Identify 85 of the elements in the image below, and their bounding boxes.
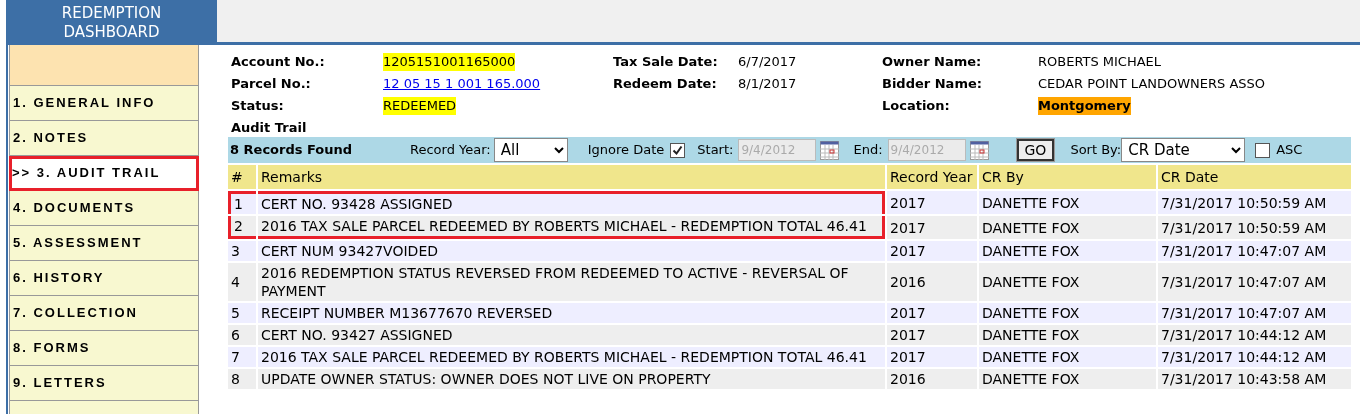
- sidebar-item[interactable]: 8. FORMS: [10, 331, 198, 366]
- table-cell: DANETTE FOX: [979, 325, 1156, 345]
- field-label: Account No.:: [231, 53, 326, 71]
- sidebar-item[interactable]: >> 3. AUDIT TRAIL: [9, 156, 199, 191]
- column-header: #: [228, 165, 256, 189]
- table-cell: 2017: [887, 303, 977, 323]
- table-cell: 4: [228, 263, 256, 301]
- filter-label: ASC: [1276, 141, 1303, 160]
- table-cell: DANETTE FOX: [979, 369, 1156, 389]
- table-cell: 7/31/2017 10:50:59 AM: [1158, 191, 1351, 214]
- table-cell: 1: [228, 191, 256, 214]
- section-title: Audit Trail: [231, 119, 308, 137]
- filter-label: Ignore Date: [587, 141, 665, 160]
- go-button[interactable]: GO: [1016, 139, 1055, 161]
- field-value: CEDAR POINT LANDOWNERS ASSO: [1038, 75, 1266, 93]
- table-cell: 2016: [887, 263, 977, 301]
- table-cell: UPDATE OWNER STATUS: OWNER DOES NOT LIVE ON PROPERTY: [258, 369, 885, 389]
- table-cell: RECEIPT NUMBER M13677670 REVERSED: [258, 303, 885, 323]
- table-cell: DANETTE FOX: [979, 241, 1156, 261]
- table-cell: 2017: [887, 191, 977, 214]
- column-header: CR By: [979, 165, 1156, 189]
- table-cell: 2017: [887, 216, 977, 239]
- filter-label: Sort By:: [1070, 141, 1122, 160]
- field-label: Location:: [882, 97, 951, 115]
- sidebar-item[interactable]: 4. DOCUMENTS: [10, 191, 198, 226]
- field-label: Status:: [231, 97, 285, 115]
- filter-label: End:: [853, 141, 883, 160]
- dashboard-title: REDEMPTION DASHBOARD: [6, 0, 217, 42]
- table-cell: 7/31/2017 10:47:07 AM: [1158, 303, 1351, 323]
- column-header: Record Year: [887, 165, 977, 189]
- sidebar-item[interactable]: 1. GENERAL INFO: [10, 86, 198, 121]
- calendar-icon[interactable]: [969, 140, 989, 160]
- table-cell: DANETTE FOX: [979, 191, 1156, 214]
- table-cell: 7/31/2017 10:44:12 AM: [1158, 347, 1351, 367]
- field-value: 6/7/2017: [738, 53, 797, 71]
- table-cell: 2016: [887, 369, 977, 389]
- table-cell: 8: [228, 369, 256, 389]
- table-cell: CERT NO. 93427 ASSIGNED: [258, 325, 885, 345]
- table-cell: 6: [228, 325, 256, 345]
- field-value: ROBERTS MICHAEL: [1038, 53, 1162, 71]
- table-cell: DANETTE FOX: [979, 347, 1156, 367]
- table-cell: 7/31/2017 10:47:07 AM: [1158, 263, 1351, 301]
- sort-select[interactable]: CR Date: [1121, 138, 1246, 162]
- record-year-select[interactable]: All: [493, 138, 568, 162]
- table-cell: 7/31/2017 10:50:59 AM: [1158, 216, 1351, 239]
- table-cell: 2016 REDEMPTION STATUS REVERSED FROM REDEEMED TO ACTIVE - REVERSAL OF PAYMENT: [258, 263, 885, 301]
- table-cell: CERT NUM 93427VOIDED: [258, 241, 885, 261]
- column-header: CR Date: [1158, 165, 1351, 189]
- parcel-link[interactable]: 12 05 15 1 001 165.000: [383, 75, 541, 93]
- calendar-icon[interactable]: [820, 140, 840, 160]
- table-cell: 2: [228, 216, 256, 239]
- field-value: REDEEMED: [383, 97, 457, 115]
- table-cell: 5: [228, 303, 256, 323]
- field-label: Redeem Date:: [613, 75, 718, 93]
- checkbox[interactable]: [1255, 142, 1271, 158]
- field-label: Tax Sale Date:: [613, 53, 719, 71]
- table-cell: 7/31/2017 10:44:12 AM: [1158, 325, 1351, 345]
- field-label: Bidder Name:: [882, 75, 983, 93]
- records-count: 8 Records Found: [230, 141, 354, 160]
- table-cell: 7/31/2017 10:43:58 AM: [1158, 369, 1351, 389]
- table-cell: DANETTE FOX: [979, 263, 1156, 301]
- table-cell: DANETTE FOX: [979, 216, 1156, 239]
- table-cell: 2017: [887, 325, 977, 345]
- table-cell: 7: [228, 347, 256, 367]
- table-cell: 2017: [887, 347, 977, 367]
- table-cell: 7/31/2017 10:47:07 AM: [1158, 241, 1351, 261]
- checkbox[interactable]: [670, 142, 686, 158]
- table-cell: 2016 TAX SALE PARCEL REDEEMED BY ROBERTS MICHAEL - REDEMPTION TOTAL 46.41: [258, 216, 885, 239]
- field-label: Owner Name:: [882, 53, 983, 71]
- table-cell: CERT NO. 93428 ASSIGNED: [258, 191, 885, 214]
- sidebar-item[interactable]: 9. LETTERS: [10, 366, 198, 401]
- field-label: Parcel No.:: [231, 75, 312, 93]
- table-cell: 3: [228, 241, 256, 261]
- field-value: 1205151001165000: [383, 53, 516, 71]
- filter-label: Record Year:: [410, 141, 491, 160]
- table-cell: 2017: [887, 241, 977, 261]
- column-header: Remarks: [258, 165, 885, 189]
- table-cell: DANETTE FOX: [979, 303, 1156, 323]
- sidebar-item[interactable]: 7. COLLECTION: [10, 296, 198, 331]
- field-value: 8/1/2017: [738, 75, 797, 93]
- filter-label: Start:: [697, 141, 734, 160]
- sidebar-item[interactable]: 6. HISTORY: [10, 261, 198, 296]
- sidebar-item[interactable]: 5. ASSESSMENT: [10, 226, 198, 261]
- table-cell: 2016 TAX SALE PARCEL REDEEMED BY ROBERTS MICHAEL - REDEMPTION TOTAL 46.41: [258, 347, 885, 367]
- field-value: Montgomery: [1038, 97, 1131, 115]
